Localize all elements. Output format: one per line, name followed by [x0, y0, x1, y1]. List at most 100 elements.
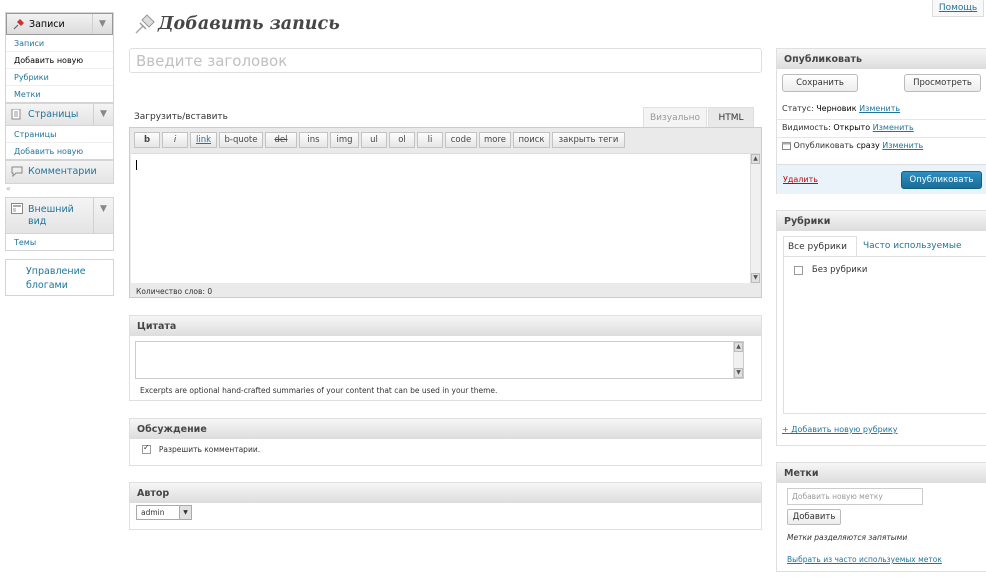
save-draft-button[interactable]: Сохранить [782, 74, 858, 92]
author-title[interactable]: Автор [130, 483, 761, 503]
tab-visual[interactable]: Визуально [643, 107, 707, 127]
ins-button[interactable]: ins [299, 132, 328, 148]
status-row: Статус: Черновик Изменить [782, 104, 900, 113]
trash-link[interactable]: Удалить [783, 175, 818, 184]
tags-title[interactable]: Метки [777, 463, 986, 483]
menu-posts-categories[interactable]: Рубрики [6, 69, 113, 86]
bold-button[interactable]: b [134, 132, 160, 148]
divider [777, 119, 986, 120]
allow-comments-label: Разрешить комментарии. [158, 445, 261, 454]
scroll-down-icon[interactable]: ▼ [751, 273, 760, 283]
menu-comments-label: Комментарии [28, 166, 97, 177]
tab-popular-categories[interactable]: Часто используемые [863, 236, 962, 256]
new-tag-input[interactable] [787, 488, 923, 505]
publish-button[interactable]: Опубликовать [901, 171, 982, 189]
menu-posts-toggle-icon[interactable]: ▼ [92, 14, 112, 34]
excerpt-title[interactable]: Цитата [130, 316, 761, 336]
preview-button[interactable]: Просмотреть [904, 74, 981, 92]
discussion-title[interactable]: Обсуждение [130, 419, 761, 439]
close-tags-button[interactable]: закрыть теги [552, 132, 625, 148]
menu-appearance-toggle-icon[interactable]: ▼ [93, 198, 113, 233]
menu-pages-toggle-icon[interactable]: ▼ [93, 104, 113, 125]
del-button[interactable]: del [265, 132, 297, 148]
author-selected: admin [141, 508, 165, 517]
word-count: Количество слов: 0 [136, 287, 213, 296]
menu-comments-head[interactable]: Комментарии [6, 161, 113, 183]
upload-insert-label: Загрузить/вставить [134, 112, 228, 122]
post-editor: b i link b-quote del ins img ul ol li co… [129, 127, 762, 298]
menu-pages-label: Страницы [28, 109, 79, 120]
tags-separator-note: Метки разделяются запятыми [787, 533, 908, 542]
schedule-label: Опубликовать [793, 141, 854, 150]
content-scrollbar[interactable]: ▲ ▼ [750, 154, 760, 283]
more-button[interactable]: more [479, 132, 511, 148]
allow-comments-row: Разрешить комментарии. [142, 443, 261, 455]
img-button[interactable]: img [330, 132, 359, 148]
ol-button[interactable]: ol [389, 132, 415, 148]
scroll-up-icon[interactable]: ▲ [751, 154, 760, 164]
menu-appearance: Внешний вид ▼ Темы [5, 197, 114, 251]
excerpt-box: Цитата ▲ ▼ Excerpts are optional hand-cr… [129, 315, 762, 401]
divider [777, 137, 986, 138]
quicktags-toolbar: b i link b-quote del ins img ul ol li co… [134, 132, 627, 150]
choose-popular-tags-link[interactable]: Выбрать из часто используемых меток [787, 555, 942, 564]
li-button[interactable]: li [417, 132, 443, 148]
menu-manage-blogs-line2[interactable]: блогами [26, 280, 68, 291]
blockquote-button[interactable]: b-quote [219, 132, 263, 148]
tab-all-categories[interactable]: Все рубрики [783, 236, 857, 256]
schedule-row: Опубликовать сразу Изменить [782, 141, 923, 150]
publish-box: Опубликовать Сохранить Просмотреть Стату… [776, 48, 986, 194]
menu-pages: Страницы ▼ Страницы Добавить новую [5, 103, 114, 160]
help-tab[interactable]: Помощь [932, 0, 984, 17]
author-box: Автор admin ▼ [129, 482, 762, 530]
status-value: Черновик [816, 104, 857, 113]
text-caret [136, 160, 137, 170]
appearance-icon [11, 203, 23, 214]
publish-title[interactable]: Опубликовать [777, 49, 986, 69]
categories-title[interactable]: Рубрики [777, 211, 986, 231]
menu-manage-blogs[interactable]: Управление блогами [5, 259, 114, 296]
search-button[interactable]: поиск [513, 132, 550, 148]
excerpt-scrollbar[interactable]: ▲ ▼ [733, 342, 743, 378]
status-label: Статус: [782, 104, 814, 113]
menu-posts-add-new[interactable]: Добавить новую [6, 52, 113, 69]
excerpt-hint: Excerpts are optional hand-crafted summa… [140, 386, 498, 395]
post-title-input[interactable] [129, 48, 762, 73]
excerpt-scroll-up-icon[interactable]: ▲ [734, 342, 743, 352]
pushpin-title-icon [135, 14, 155, 34]
menu-pages-head[interactable]: Страницы ▼ [6, 104, 113, 126]
menu-posts: Записи ▼ Записи Добавить новую Рубрики М… [5, 12, 114, 103]
add-tag-button[interactable]: Добавить [787, 509, 841, 525]
excerpt-scroll-down-icon[interactable]: ▼ [734, 368, 743, 378]
italic-button[interactable]: i [162, 132, 188, 148]
status-edit-link[interactable]: Изменить [859, 104, 900, 113]
menu-appearance-head[interactable]: Внешний вид ▼ [6, 198, 113, 234]
menu-posts-head[interactable]: Записи ▼ [6, 13, 113, 35]
categories-list: Без рубрики [783, 256, 986, 414]
excerpt-textarea[interactable]: ▲ ▼ [135, 341, 744, 379]
author-select-arrow-icon[interactable]: ▼ [179, 506, 191, 519]
calendar-icon [782, 142, 791, 150]
menu-appearance-themes[interactable]: Темы [6, 234, 113, 250]
category-checkbox[interactable] [794, 265, 803, 275]
menu-pages-add-new[interactable]: Добавить новую [6, 143, 113, 159]
menu-posts-all[interactable]: Записи [6, 35, 113, 52]
author-select[interactable]: admin ▼ [136, 505, 192, 520]
schedule-value: сразу [856, 141, 880, 150]
help-link[interactable]: Помощь [939, 3, 977, 13]
menu-posts-label: Записи [29, 19, 65, 30]
menu-posts-tags[interactable]: Метки [6, 86, 113, 102]
schedule-edit-link[interactable]: Изменить [882, 141, 923, 150]
allow-comments-checkbox[interactable] [142, 443, 151, 454]
content-textarea[interactable]: ▲ ▼ [131, 153, 760, 283]
visibility-edit-link[interactable]: Изменить [873, 123, 914, 132]
tab-html[interactable]: HTML [708, 107, 754, 127]
menu-appearance-label-2: вид [28, 216, 47, 227]
collapse-menu-icon[interactable]: « [6, 184, 11, 193]
code-button[interactable]: code [445, 132, 477, 148]
add-category-link[interactable]: + Добавить новую рубрику [782, 425, 898, 434]
menu-pages-all[interactable]: Страницы [6, 126, 113, 143]
link-button[interactable]: link [190, 132, 217, 148]
menu-manage-blogs-line1[interactable]: Управление [26, 266, 86, 277]
ul-button[interactable]: ul [361, 132, 387, 148]
